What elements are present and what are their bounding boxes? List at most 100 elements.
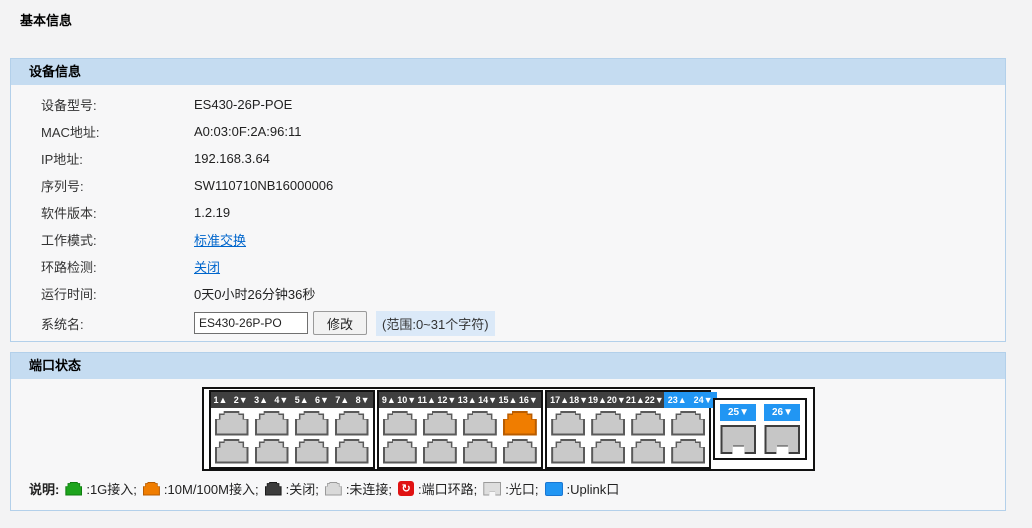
loop-red-icon [398,481,414,496]
port-11[interactable] [423,411,457,436]
port-number-label: 1▲ [214,395,228,405]
basic-info-page: 基本信息 设备信息 设备型号: ES430-26P-POE MAC地址: A0:… [0,0,1032,528]
mac-address-value: A0:03:0F:2A:96:11 [194,124,301,139]
device-info-header: 设备信息 [11,59,1005,85]
port-13[interactable] [463,411,497,436]
software-version-value: 1.2.19 [194,205,230,220]
row-mac-address: MAC地址: A0:03:0F:2A:96:11 [11,118,1005,145]
legend-label: :10M/100M接入; [164,479,259,498]
port-number-label: 9▲ [382,395,396,405]
row-work-mode: 工作模式: 标准交换 [11,226,1005,253]
port-number-label: 12▼ [437,395,456,405]
row-label: 软件版本: [11,203,194,222]
port-group-header: 9▲10▼11▲12▼13▲14▼15▲16▼ [379,392,541,408]
uplink-port-label: 26▼ [764,404,800,421]
port-3[interactable] [255,411,289,436]
port-10[interactable] [383,439,417,464]
port-8[interactable] [335,439,369,464]
system-name-range-hint: (范围:0~31个字符) [376,311,495,336]
legend-label: :Uplink口 [567,479,620,498]
port-16[interactable] [503,439,537,464]
row-label: 环路检测: [11,257,194,276]
port-number-label: 16▼ [519,395,538,405]
port-23[interactable] [671,411,705,436]
legend-item: :关闭; [265,479,319,498]
system-name-input[interactable] [194,312,308,334]
sfp-port-column-26: 26▼ [764,404,800,454]
port-24[interactable] [671,439,705,464]
sfp-port-26[interactable] [764,425,800,454]
legend-item: :端口环路; [398,479,477,498]
port-22[interactable] [631,439,665,464]
port-15[interactable] [503,411,537,436]
port-5[interactable] [295,411,329,436]
port-number-label: 18▼ [569,395,588,405]
port-2[interactable] [215,439,249,464]
row-software-version: 软件版本: 1.2.19 [11,199,1005,226]
row-label: MAC地址: [11,122,194,141]
legend-item: :1G接入; [65,479,137,498]
switch-faceplate: 1▲2▼3▲4▼5▲6▼7▲8▼9▲10▼11▲12▼13▲14▼15▲16▼1… [202,387,815,471]
port-status-panel: 端口状态 1▲2▼3▲4▼5▲6▼7▲8▼9▲10▼11▲12▼13▲14▼15… [10,352,1006,511]
port-group-2: 9▲10▼11▲12▼13▲14▼15▲16▼ [377,390,543,469]
loop-detect-link[interactable]: 关闭 [194,257,220,276]
port-group-1: 1▲2▼3▲4▼5▲6▼7▲8▼ [209,390,375,469]
sfp-mini-icon [483,482,501,496]
row-system-name: 系统名: 修改 (范围:0~31个字符) [11,307,1005,339]
port-19[interactable] [591,411,625,436]
port-7[interactable] [335,411,369,436]
port-number-label: 2▼ [234,395,248,405]
row-ip-address: IP地址: 192.168.3.64 [11,145,1005,172]
port-6[interactable] [295,439,329,464]
port-group-header: 1▲2▼3▲4▼5▲6▼7▲8▼ [211,392,373,408]
port-number-label: 6▼ [315,395,329,405]
port-number-label: 11▲ [418,395,436,405]
uplink-blue-icon [545,482,563,496]
row-label: 设备型号: [11,95,194,114]
ports-grid [547,408,709,467]
ports-grid [211,408,373,467]
port-18[interactable] [551,439,585,464]
row-label: 工作模式: [11,230,194,249]
port-17[interactable] [551,411,585,436]
port-status-header: 端口状态 [11,353,1005,379]
sfp-port-column-25: 25▼ [720,404,756,454]
work-mode-link[interactable]: 标准交换 [194,230,246,249]
device-model-value: ES430-26P-POE [194,97,292,112]
port-9[interactable] [383,411,417,436]
port-4[interactable] [255,439,289,464]
port-number-label: 19▲ [588,395,607,405]
device-info-panel: 设备信息 设备型号: ES430-26P-POE MAC地址: A0:03:0F… [10,58,1006,342]
row-label: 系统名: [11,314,194,333]
port-number-label: 10▼ [397,395,416,405]
uptime-value: 0天0小时26分钟36秒 [194,284,315,303]
port-legend: 说明: :1G接入;:10M/100M接入;:关闭;:未连接;:端口环路;:光口… [11,479,1005,498]
sfp-port-25[interactable] [720,425,756,454]
port-12[interactable] [423,439,457,464]
port-14[interactable] [463,439,497,464]
row-uptime: 运行时间: 0天0小时26分钟36秒 [11,280,1005,307]
port-number-label: 3▲ [254,395,268,405]
uplink-port-number-label: 24▼ [694,395,713,405]
rj45-green-icon [65,482,82,496]
legend-label: :端口环路; [418,479,477,498]
port-group-3: 17▲18▼19▲20▼21▲22▼23▲24▼ [545,390,711,469]
legend-item: :光口; [483,479,538,498]
ports-grid [379,408,541,467]
port-number-label: 21▲ [626,395,645,405]
port-group-header: 17▲18▼19▲20▼21▲22▼23▲24▼ [547,392,709,408]
port-number-label: 22▼ [645,395,664,405]
sfp-uplink-group: 25▼ 26▼ [713,398,807,460]
legend-label: :关闭; [286,479,319,498]
port-1[interactable] [215,411,249,436]
port-number-label: 4▼ [274,395,288,405]
page-title: 基本信息 [20,10,72,29]
modify-button[interactable]: 修改 [313,311,367,335]
port-21[interactable] [631,411,665,436]
legend-label: :光口; [505,479,538,498]
port-number-label: 13▲ [458,395,477,405]
port-number-label: 8▼ [356,395,370,405]
row-device-model: 设备型号: ES430-26P-POE [11,91,1005,118]
port-20[interactable] [591,439,625,464]
rj45-black-icon [265,482,282,496]
